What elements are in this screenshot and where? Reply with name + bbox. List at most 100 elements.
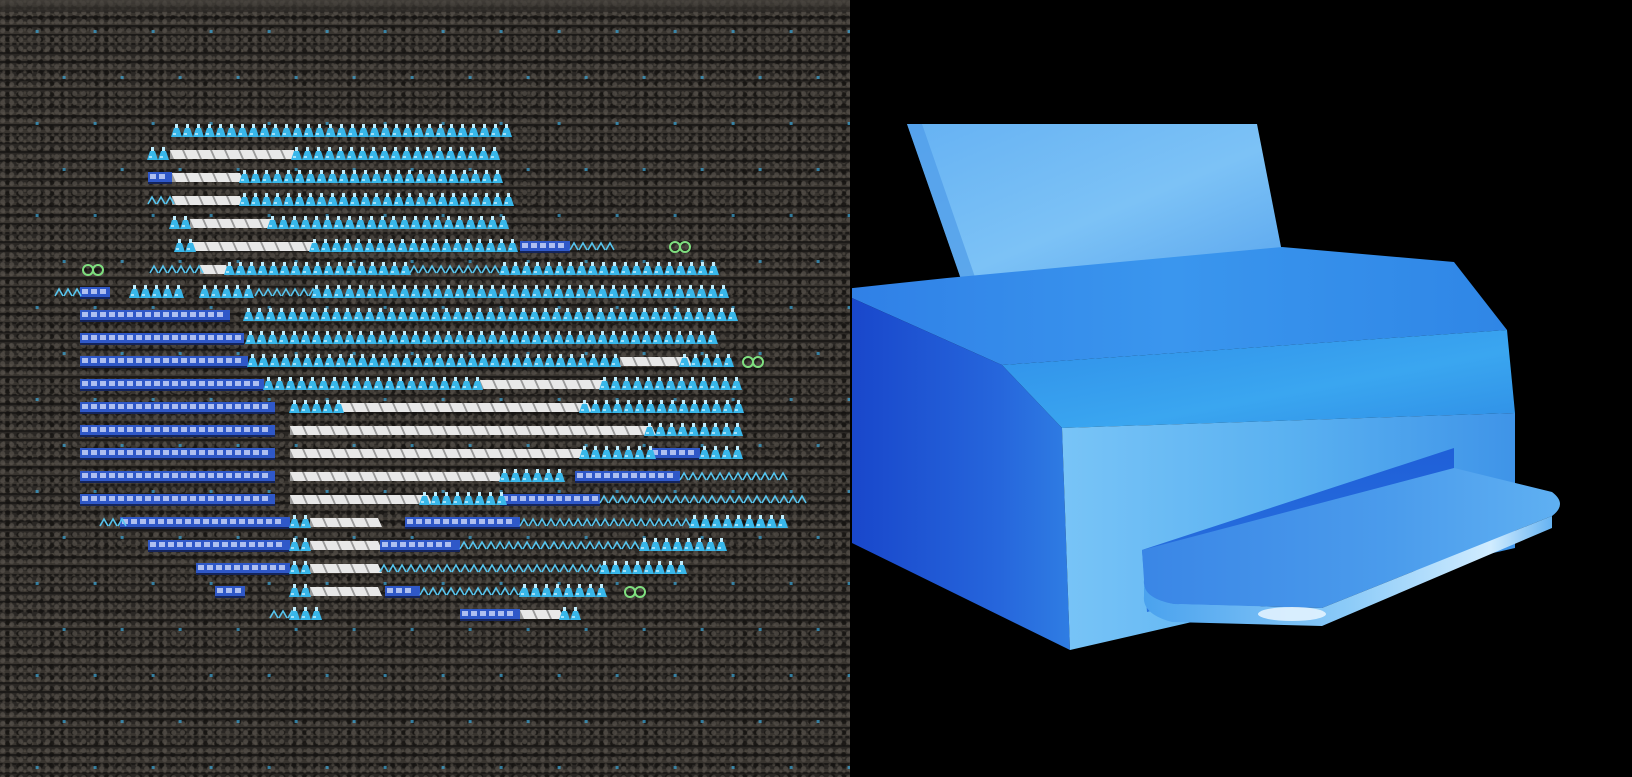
flask-body [720, 381, 731, 390]
ground-dot [441, 674, 445, 677]
machine-window [131, 519, 137, 524]
green-ring-icon [669, 241, 681, 253]
machine-window [172, 427, 178, 432]
ground-dot [35, 122, 39, 125]
flask-neck [511, 239, 514, 243]
ground-dot [468, 536, 472, 539]
pipe-segment [486, 540, 496, 550]
machine-window [118, 404, 124, 409]
flask-body [575, 289, 586, 298]
flask-shine [556, 478, 559, 480]
flask-body [389, 266, 400, 275]
flask-shine [458, 363, 461, 365]
machine-window [127, 427, 133, 432]
ground-dot [236, 168, 240, 171]
machine-shadow [80, 389, 264, 391]
flask-shine [401, 340, 404, 342]
flask-neck [654, 538, 657, 542]
ground-dot [584, 168, 588, 171]
flask-neck [315, 400, 318, 404]
flask-shine [252, 202, 255, 204]
machine-shadow [80, 320, 230, 322]
machine-window [82, 473, 88, 478]
flask-shine [461, 179, 464, 181]
ground-dot [93, 306, 97, 309]
flask-body [641, 335, 652, 344]
flask-body [597, 335, 608, 344]
pipe-segment [433, 563, 443, 573]
flask-neck [667, 285, 670, 289]
flask-shine [417, 179, 420, 181]
flask-shine [368, 225, 371, 227]
flask-shine [555, 294, 558, 296]
flask-neck [291, 308, 294, 312]
pipe-segment [605, 241, 615, 251]
flask-shine [498, 248, 501, 250]
flask-body [541, 588, 552, 597]
machine-window [262, 450, 268, 455]
flask-neck [513, 285, 516, 289]
machine-window [100, 381, 106, 386]
flask-neck [296, 124, 299, 128]
flask-body [510, 473, 521, 482]
flask-neck [324, 239, 327, 243]
flask-shine [575, 317, 578, 319]
flask-body [423, 358, 434, 367]
flask-body [432, 220, 443, 229]
flask-neck [478, 492, 481, 496]
flask-body [481, 197, 492, 206]
flask-shine [689, 386, 692, 388]
flask-neck [324, 308, 327, 312]
flask-neck [271, 216, 274, 220]
flask-shine [492, 133, 495, 135]
flask-body [465, 220, 476, 229]
flask-body [457, 128, 468, 137]
flask-body [446, 128, 457, 137]
flask-body [542, 289, 553, 298]
flask-shine [665, 294, 668, 296]
pipe-segment [379, 563, 389, 573]
flask-shine [353, 386, 356, 388]
flask-shine [423, 294, 426, 296]
machine-window [586, 473, 592, 478]
flask-neck [678, 331, 681, 335]
flask-neck [306, 354, 309, 358]
ground-dot [294, 444, 298, 447]
machine-window [100, 312, 106, 317]
flask-neck [558, 469, 561, 473]
machine-window [163, 358, 169, 363]
flask-shine [480, 156, 483, 158]
flask-shine [428, 179, 431, 181]
flask-body [610, 358, 621, 367]
ground-dot [35, 582, 39, 585]
flask-shine [454, 317, 457, 319]
flask-neck [483, 124, 486, 128]
flask-body [289, 519, 300, 528]
flask-neck [614, 377, 617, 381]
ground-dot [673, 582, 677, 585]
flask-shine [487, 501, 490, 503]
flask-body [368, 358, 379, 367]
machine-window [489, 611, 495, 616]
flask-shine [434, 340, 437, 342]
flask-shine [687, 340, 690, 342]
machine-window [195, 542, 201, 547]
flask-body [180, 220, 191, 229]
flask-shine [483, 202, 486, 204]
machine-window [222, 542, 228, 547]
machine-window [100, 358, 106, 363]
flask-body [289, 588, 300, 597]
flask-shine [344, 248, 347, 250]
flask-neck [441, 193, 444, 197]
flask-neck [480, 216, 483, 220]
flask-shine [546, 363, 549, 365]
pipe-segment [645, 517, 655, 527]
flask-body [151, 289, 162, 298]
flask-body [424, 128, 435, 137]
pipe-segment [618, 517, 628, 527]
flask-shine [630, 317, 633, 319]
flask-body [366, 335, 377, 344]
flask-shine [489, 225, 492, 227]
flask-neck [392, 331, 395, 335]
flask-body [687, 381, 698, 390]
